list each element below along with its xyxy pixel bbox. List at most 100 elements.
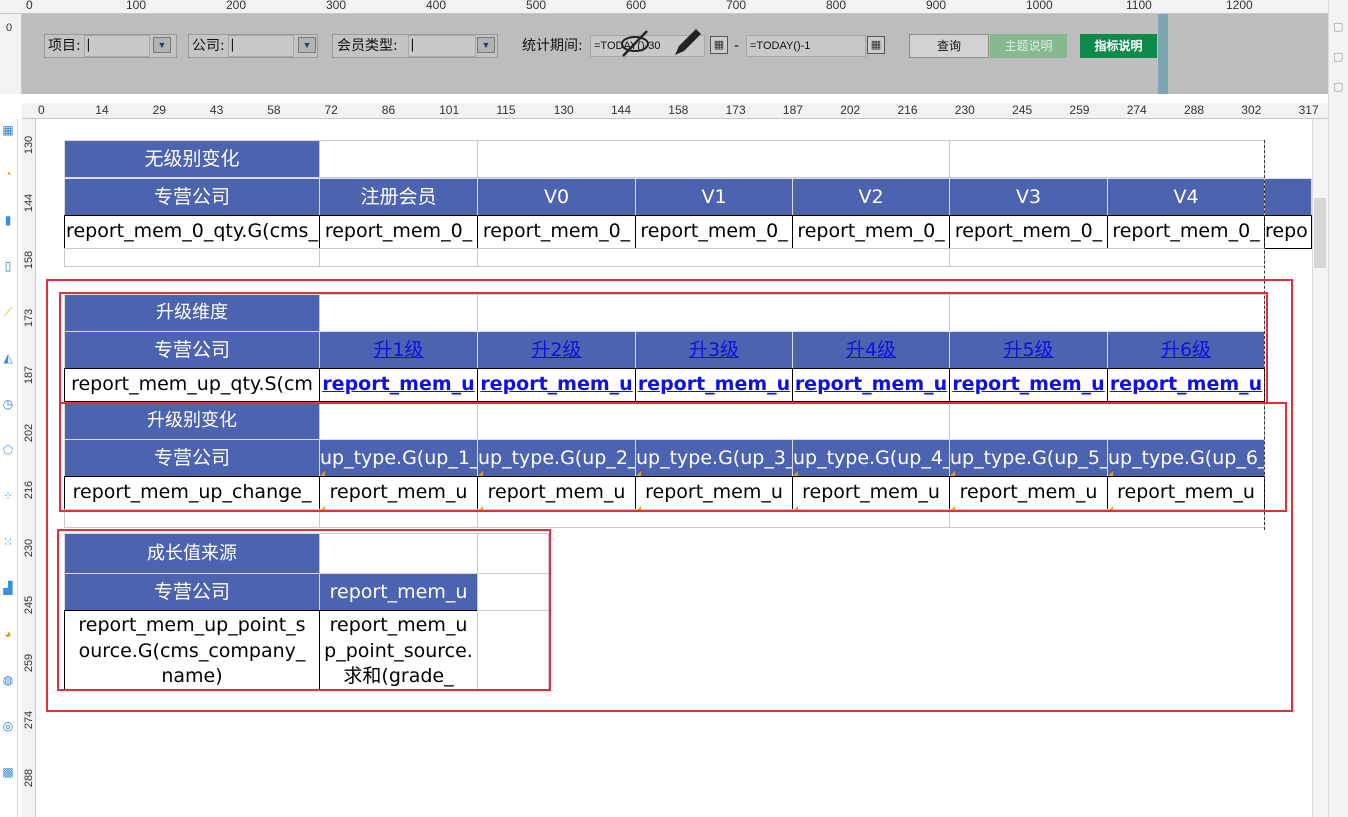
blank-cell[interactable]: [319, 533, 478, 574]
section3-header-cell[interactable]: up_type.G(up_6_: [1107, 439, 1265, 477]
blank-cell[interactable]: [949, 509, 1265, 528]
blank-cell[interactable]: [319, 509, 478, 528]
section3-data-cell[interactable]: report_mem_u: [635, 476, 793, 510]
section1-header-cell[interactable]: V3: [949, 178, 1108, 216]
section3-header-cell[interactable]: up_type.G(up_1_: [319, 439, 478, 477]
calendar-start-icon[interactable]: ▦: [710, 36, 728, 54]
member-type-select[interactable]: ▏: [408, 35, 476, 57]
section3-header-cell[interactable]: up_type.G(up_5_: [949, 439, 1108, 477]
member-type-dropdown-icon[interactable]: ▼: [477, 37, 495, 53]
section1-data-cell[interactable]: report_mem_0_: [319, 215, 478, 249]
section2-header-cell[interactable]: 升1级: [319, 331, 478, 369]
section2-header-cell[interactable]: 升4级: [792, 331, 950, 369]
blank-cell[interactable]: [949, 402, 1265, 440]
blank-cell[interactable]: [64, 509, 320, 528]
query-button[interactable]: 查询: [909, 34, 989, 58]
data-link[interactable]: report_mem_u: [795, 373, 947, 395]
grid-chart-icon[interactable]: ▩: [1, 765, 15, 779]
section1-row-company[interactable]: report_mem_0_qty.G(cms_: [64, 215, 320, 249]
map-icon[interactable]: ◍: [1, 673, 15, 687]
section4-company-header[interactable]: 专营公司: [64, 573, 320, 611]
panel-icon[interactable]: ▢: [1333, 50, 1343, 63]
section3-title[interactable]: 升级别变化: [64, 402, 320, 440]
blank-cell[interactable]: [477, 402, 950, 440]
blank-cell[interactable]: [477, 509, 950, 528]
table-icon[interactable]: ▦: [1, 123, 15, 137]
metric-description-button[interactable]: 指标说明: [1080, 34, 1157, 58]
data-link[interactable]: report_mem_u: [638, 373, 790, 395]
upgrade-level-link[interactable]: 升4级: [846, 339, 896, 361]
section4-row-company[interactable]: report_mem_up_point_source.G(cms_company…: [64, 610, 320, 690]
section1-data-cell[interactable]: report_mem_0_: [792, 215, 950, 249]
section2-data-cell[interactable]: report_mem_u: [792, 368, 950, 402]
section1-data-cell[interactable]: report_mem_0_: [635, 215, 793, 249]
globe-icon[interactable]: ◎: [1, 719, 15, 733]
bubble-icon[interactable]: ⁙: [1, 535, 15, 549]
blank-cell[interactable]: [477, 294, 950, 332]
data-link[interactable]: report_mem_u: [1110, 373, 1262, 395]
blank-cell[interactable]: [477, 573, 549, 611]
upgrade-level-link[interactable]: 升3级: [689, 339, 739, 361]
radar-icon[interactable]: ⬠: [1, 443, 15, 457]
blank-cell[interactable]: [319, 294, 478, 332]
section1-header-overflow[interactable]: [1264, 178, 1312, 216]
section2-header-cell[interactable]: 升3级: [635, 331, 793, 369]
section1-title[interactable]: 无级别变化: [64, 140, 320, 178]
pie-chart-icon[interactable]: ◔: [1, 167, 15, 181]
section2-row-company[interactable]: report_mem_up_qty.S(cm: [64, 368, 320, 402]
calendar-end-icon[interactable]: ▦: [867, 36, 885, 54]
upgrade-level-link[interactable]: 升6级: [1161, 339, 1211, 361]
blank-cell[interactable]: [64, 248, 320, 267]
section3-data-cell[interactable]: report_mem_u: [949, 476, 1108, 510]
section1-header-cell[interactable]: 注册会员: [319, 178, 478, 216]
section1-header-cell[interactable]: V2: [792, 178, 950, 216]
section2-data-cell[interactable]: report_mem_u: [319, 368, 478, 402]
section4-header-cell[interactable]: report_mem_u: [319, 573, 478, 611]
company-dropdown-icon[interactable]: ▼: [298, 37, 316, 53]
upgrade-level-link[interactable]: 升5级: [1003, 339, 1053, 361]
blank-cell[interactable]: [319, 402, 478, 440]
blank-cell[interactable]: [949, 248, 1265, 267]
section2-header-cell[interactable]: 升2级: [477, 331, 636, 369]
section1-data-cell[interactable]: report_mem_0_: [949, 215, 1108, 249]
section2-data-cell[interactable]: report_mem_u: [949, 368, 1108, 402]
project-select[interactable]: ▏: [84, 35, 150, 57]
section3-data-cell[interactable]: report_mem_u: [319, 476, 478, 510]
hidden-eye-edit-icon[interactable]: [618, 28, 708, 60]
blank-cell[interactable]: [477, 533, 549, 574]
section2-company-header[interactable]: 专营公司: [64, 331, 320, 369]
data-link[interactable]: report_mem_u: [952, 373, 1104, 395]
section2-header-cell[interactable]: 升6级: [1107, 331, 1265, 369]
gauge-icon[interactable]: ◷: [1, 397, 15, 411]
period-end-input[interactable]: =TODAY()-1: [746, 35, 866, 57]
section2-title[interactable]: 升级维度: [64, 294, 320, 332]
blank-cell[interactable]: [949, 140, 1265, 178]
blank-cell[interactable]: [949, 294, 1265, 332]
blank-cell[interactable]: [319, 248, 478, 267]
line-chart-icon[interactable]: ⟋: [1, 305, 15, 319]
panel-icon[interactable]: ▢: [1333, 20, 1343, 33]
combo-chart-icon[interactable]: ▟: [1, 581, 15, 595]
company-select[interactable]: ▏: [228, 35, 294, 57]
scatter-icon[interactable]: ⁘: [1, 489, 15, 503]
section3-data-cell[interactable]: report_mem_u: [1107, 476, 1265, 510]
section1-data-cell[interactable]: repo: [1264, 215, 1312, 249]
section3-row-company[interactable]: report_mem_up_change_: [64, 476, 320, 510]
section3-data-cell[interactable]: report_mem_u: [792, 476, 950, 510]
data-link[interactable]: report_mem_u: [322, 373, 474, 395]
panel-icon[interactable]: ▢: [1333, 80, 1343, 93]
section2-data-cell[interactable]: report_mem_u: [1107, 368, 1265, 402]
section4-title[interactable]: 成长值来源: [64, 533, 320, 574]
blank-cell[interactable]: [477, 140, 950, 178]
section1-data-cell[interactable]: report_mem_0_: [1107, 215, 1265, 249]
donut-icon[interactable]: ◕: [1, 627, 15, 641]
section1-header-cell[interactable]: V0: [477, 178, 636, 216]
upgrade-level-link[interactable]: 升1级: [373, 339, 423, 361]
section2-data-cell[interactable]: report_mem_u: [635, 368, 793, 402]
section3-header-cell[interactable]: up_type.G(up_2_: [477, 439, 636, 477]
project-dropdown-icon[interactable]: ▼: [153, 37, 171, 53]
bar-chart-icon[interactable]: ▮: [1, 213, 15, 227]
section3-header-cell[interactable]: up_type.G(up_3_: [635, 439, 793, 477]
blank-cell[interactable]: [477, 610, 549, 690]
data-link[interactable]: report_mem_u: [480, 373, 632, 395]
